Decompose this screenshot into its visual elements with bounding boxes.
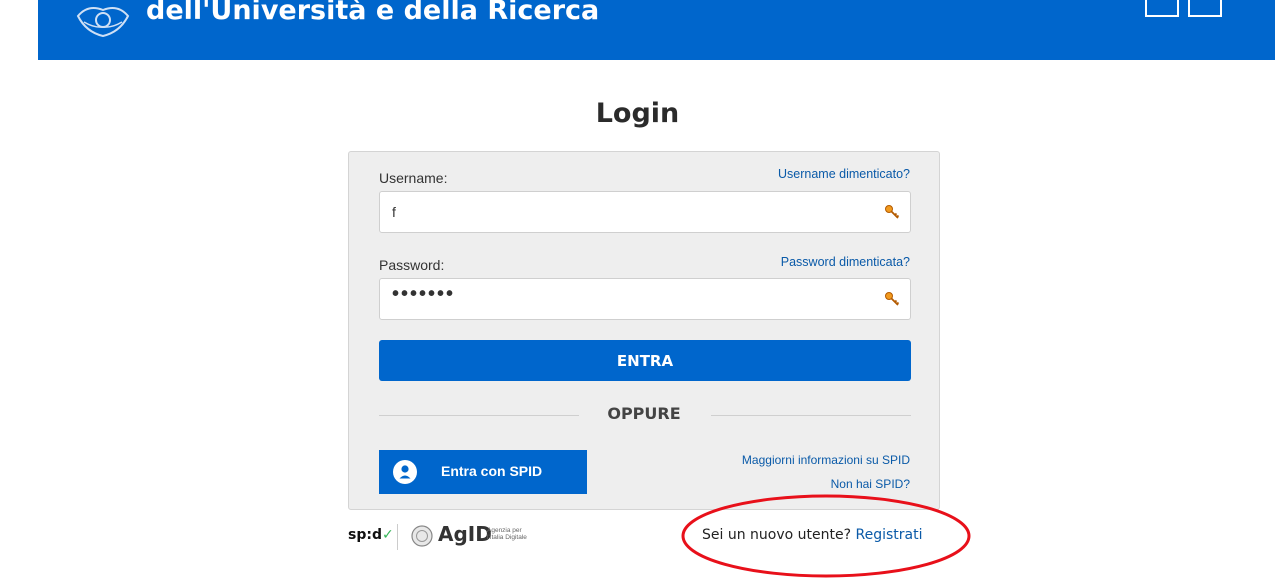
agid-subtitle: Agenzia per l'Italia Digitale xyxy=(487,527,527,541)
emblem-icon xyxy=(76,7,130,38)
divider-label: OPPURE xyxy=(607,404,681,423)
password-input[interactable]: ••••••• xyxy=(379,278,911,320)
password-value: ••••••• xyxy=(392,283,456,305)
agid-subtitle-line-1: Agenzia per xyxy=(487,527,522,534)
check-icon: ✓ xyxy=(381,527,394,543)
key-icon xyxy=(885,292,900,306)
user-icon xyxy=(393,460,417,484)
login-button[interactable]: ENTRA xyxy=(379,340,911,381)
site-header: dell'Università e della Ricerca xyxy=(38,0,1275,60)
forgot-username-link[interactable]: Username dimenticato? xyxy=(778,167,910,181)
login-card: Username: Username dimenticato? f Passwo… xyxy=(348,151,940,510)
header-title: dell'Università e della Ricerca xyxy=(146,0,600,26)
spid-logo-text: sp:d xyxy=(348,527,382,543)
no-spid-link[interactable]: Non hai SPID? xyxy=(831,477,910,489)
password-label: Password: xyxy=(379,257,445,273)
username-label: Username: xyxy=(379,170,448,186)
username-value: f xyxy=(392,204,396,220)
spid-logo: sp:d✓ xyxy=(348,527,394,543)
annotation-ellipse xyxy=(681,494,971,578)
logo-separator xyxy=(397,524,398,550)
page-title: Login xyxy=(595,98,680,129)
username-input[interactable]: f xyxy=(379,191,911,233)
spid-login-button[interactable]: Entra con SPID xyxy=(379,450,587,494)
agid-subtitle-line-2: l'Italia Digitale xyxy=(487,534,527,542)
header-button-1[interactable] xyxy=(1145,0,1179,17)
agid-emblem-icon xyxy=(411,525,433,547)
agid-logo: AgID xyxy=(438,522,492,546)
header-button-2[interactable] xyxy=(1188,0,1222,17)
divider-right xyxy=(711,415,911,416)
key-icon xyxy=(885,205,900,219)
spid-button-label: Entra con SPID xyxy=(441,463,543,479)
forgot-password-link[interactable]: Password dimenticata? xyxy=(781,255,910,269)
spid-info-link[interactable]: Maggiorni informazioni su SPID xyxy=(742,453,910,467)
